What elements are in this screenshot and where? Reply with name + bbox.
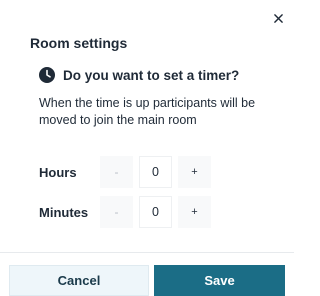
close-button[interactable] xyxy=(268,8,288,28)
timer-question: Do you want to set a timer? xyxy=(39,67,239,83)
hours-increment-button[interactable]: + xyxy=(178,156,211,188)
minutes-stepper: Minutes - 0 + xyxy=(39,196,217,228)
minutes-label: Minutes xyxy=(39,204,89,220)
hours-stepper: Hours - 0 + xyxy=(39,156,217,188)
save-button[interactable]: Save xyxy=(154,265,285,296)
hours-value[interactable]: 0 xyxy=(139,156,172,188)
room-settings-dialog: Room settings Do you want to set a timer… xyxy=(0,0,294,296)
clock-icon xyxy=(39,67,55,83)
hours-decrement-button[interactable]: - xyxy=(100,156,133,188)
close-icon xyxy=(273,13,283,23)
cancel-button[interactable]: Cancel xyxy=(9,265,149,296)
minutes-increment-button[interactable]: + xyxy=(178,196,211,228)
timer-question-text: Do you want to set a timer? xyxy=(63,67,240,83)
minutes-value[interactable]: 0 xyxy=(139,196,172,228)
dialog-footer: Cancel Save xyxy=(0,265,294,296)
hours-label: Hours xyxy=(39,164,77,180)
footer-divider xyxy=(0,252,294,253)
timer-description: When the time is up participants will be… xyxy=(39,96,256,127)
dialog-title: Room settings xyxy=(30,35,128,51)
minutes-decrement-button[interactable]: - xyxy=(100,196,133,228)
